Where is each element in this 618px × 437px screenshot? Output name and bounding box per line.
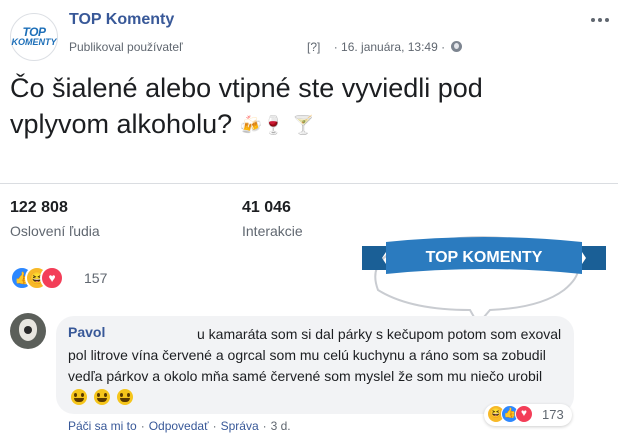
comment-reaction-count: 173 <box>542 407 564 422</box>
grinning-emoji <box>93 389 110 405</box>
top-komenty-badge: TOP KOMENTY <box>362 236 606 318</box>
post-meta: [?] · 16. januára, 13:49 · <box>307 40 463 54</box>
reaction-count[interactable]: 157 <box>84 270 107 286</box>
engagement-label: Interakcie <box>242 223 303 239</box>
like-link[interactable]: Páči sa mi to <box>68 419 137 433</box>
bracket-tag[interactable]: [?] <box>307 40 320 54</box>
divider <box>0 183 618 184</box>
cocktail-glass-emoji: 🍸 <box>292 115 315 135</box>
page-name[interactable]: TOP Komenty <box>69 11 174 29</box>
comment-body: u kamaráta som si dal párky s kečupom po… <box>68 326 562 384</box>
reach-label: Oslovení ľudia <box>10 223 100 239</box>
love-reaction-icon: ♥ <box>515 405 533 423</box>
badge-text: TOP KOMENTY <box>426 249 543 266</box>
grinning-emoji <box>116 389 133 405</box>
logo-line-2: KOMENTY <box>11 37 57 47</box>
globe-icon <box>451 41 463 52</box>
engagement-value: 41 046 <box>242 199 291 216</box>
comment-actions: Páči sa mi to · Odpovedať · Správa · 3 d. <box>68 419 291 433</box>
comment-reactions[interactable]: 😆 👍 ♥ 173 <box>484 404 572 426</box>
reply-link[interactable]: Odpovedať <box>149 419 209 433</box>
message-link[interactable]: Správa <box>221 419 259 433</box>
reach-value: 122 808 <box>10 199 68 216</box>
published-by: Publikoval používateľ <box>69 40 183 54</box>
beer-mugs-emoji: 🍻 <box>239 115 263 135</box>
ellipsis-icon[interactable] <box>589 11 611 29</box>
wine-glass-emoji: 🍷 <box>262 115 285 135</box>
avatar[interactable] <box>10 313 46 349</box>
post-text: Čo šialené alebo vtipné ste vyviedli pod… <box>10 70 570 143</box>
middot: · <box>333 40 338 54</box>
comment-time[interactable]: 3 d. <box>271 419 291 433</box>
page-logo[interactable]: TOP KOMENTY <box>10 13 58 61</box>
middot: · <box>441 40 446 54</box>
grinning-emoji <box>71 389 87 405</box>
love-reaction-icon: ♥ <box>40 266 64 290</box>
comment-text: u kamaráta som si dal párky s kečupom po… <box>68 324 564 408</box>
post-date[interactable]: 16. januára, 13:49 <box>341 40 438 54</box>
